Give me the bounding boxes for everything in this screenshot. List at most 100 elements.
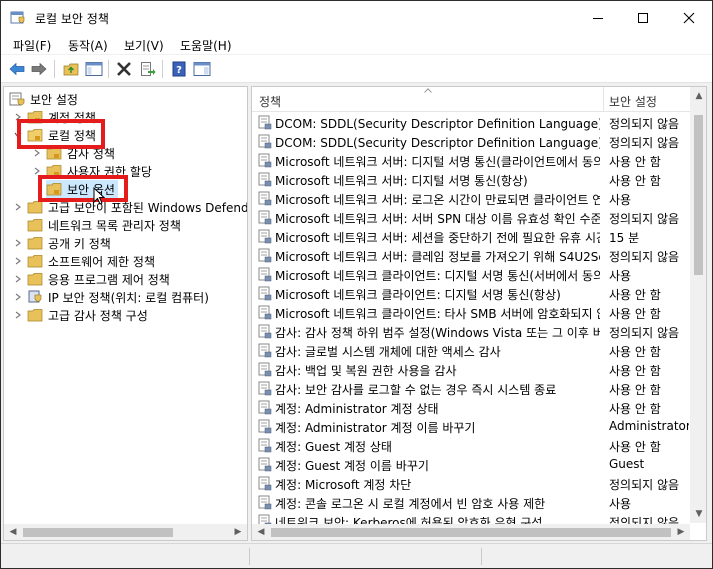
policy-item-icon	[258, 153, 272, 168]
tree-item-network-list[interactable]: 네트워크 목록 관리자 정책	[27, 216, 181, 234]
menu-bar: 파일(F) 동작(A) 보기(V) 도움말(H)	[1, 34, 712, 54]
policy-name: 감사: 보안 감사를 로그할 수 없는 경우 즉시 시스템 종료	[275, 383, 557, 397]
menu-view[interactable]: 보기(V)	[124, 37, 164, 54]
policy-row[interactable]: 계정: Guest 계정 상태 사용 안 함	[252, 436, 690, 455]
column-header-security-setting[interactable]: 보안 설정	[609, 93, 657, 110]
policy-item-icon	[258, 419, 272, 434]
forward-button[interactable]	[29, 60, 49, 78]
policy-setting-value: 정의되지 않음	[609, 478, 680, 492]
back-button[interactable]	[7, 60, 27, 78]
expand-chevron-icon[interactable]	[13, 306, 23, 324]
list-vertical-scroll-thumb[interactable]	[694, 115, 703, 275]
expand-chevron-icon[interactable]	[13, 252, 23, 270]
policy-item-icon	[258, 229, 272, 244]
policy-setting-value: 사용	[609, 193, 632, 207]
policy-row[interactable]: 감사: 감사 정책 하위 범주 설정(Windows Vista 또는 그 이후…	[252, 322, 690, 341]
close-icon	[683, 12, 695, 23]
tree-item-label: 보안 설정	[30, 92, 78, 107]
policy-setting-value: 사용 안 함	[609, 288, 661, 302]
policy-name: 계정: Microsoft 계정 차단	[275, 478, 412, 492]
policy-setting-value: 사용 안 함	[609, 383, 661, 397]
scroll-up-arrow-icon[interactable]: ▲	[694, 91, 704, 101]
policy-name: Microsoft 네트워크 클라이언트: 타사 SMB 서버에 암호화되지 않…	[275, 307, 600, 321]
status-bar-divider	[249, 548, 250, 565]
tree-item-label: 네트워크 목록 관리자 정책	[48, 218, 181, 233]
scroll-down-arrow-icon[interactable]: ▼	[694, 509, 704, 519]
policy-row[interactable]: Microsoft 네트워크 서버: 클레임 정보를 가져오기 위해 S4U2S…	[252, 246, 690, 265]
folder-icon	[27, 237, 43, 250]
expand-chevron-icon[interactable]	[13, 198, 23, 216]
delete-button[interactable]	[114, 60, 134, 78]
policy-row[interactable]: Microsoft 네트워크 클라이언트: 타사 SMB 서버에 암호화되지 않…	[252, 303, 690, 322]
toolbar-separator	[108, 60, 109, 78]
policy-setting-value: 사용 안 함	[609, 364, 661, 378]
policy-row[interactable]: Microsoft 네트워크 서버: 서버 SPN 대상 이름 유효성 확인 수…	[252, 208, 690, 227]
policy-item-icon	[258, 457, 272, 472]
scroll-left-arrow-icon[interactable]: ◀	[256, 527, 266, 537]
policy-setting-value: 정의되지 않음	[609, 136, 680, 150]
policy-item-icon	[258, 362, 272, 377]
close-button[interactable]	[666, 1, 712, 34]
tree-item-root[interactable]: 보안 설정	[9, 90, 78, 108]
policy-item-icon	[258, 324, 272, 339]
folder-icon	[27, 255, 43, 268]
security-policy-icon	[10, 11, 25, 24]
policy-setting-value: 사용 안 함	[609, 402, 661, 416]
tree-item-ip-security[interactable]: IP 보안 정책(위치: 로컬 컴퓨터)	[13, 288, 209, 306]
minimize-button[interactable]	[575, 1, 621, 34]
column-header-policy[interactable]: 정책	[259, 93, 281, 110]
policy-row[interactable]: Microsoft 네트워크 서버: 로그온 시간이 만료되면 클라이언트 연결…	[252, 189, 690, 208]
policy-row[interactable]: 감사: 글로벌 시스템 개체에 대한 액세스 감사 사용 안 함	[252, 341, 690, 360]
help-button[interactable]: ?	[169, 60, 189, 78]
policy-item-icon	[258, 476, 272, 491]
tree-item-app-control[interactable]: 응용 프로그램 제어 정책	[13, 270, 170, 288]
policy-name: Microsoft 네트워크 서버: 디지털 서명 통신(항상)	[275, 174, 528, 188]
tree-item-public-key[interactable]: 공개 키 정책	[13, 234, 111, 252]
tree-item-advanced-audit[interactable]: 고급 감사 정책 구성	[13, 306, 148, 324]
show-hide-console-tree-button[interactable]	[84, 60, 104, 78]
menu-action[interactable]: 동작(A)	[68, 37, 108, 54]
menu-file[interactable]: 파일(F)	[13, 37, 51, 54]
policy-row[interactable]: Microsoft 네트워크 클라이언트: 디지털 서명 통신(항상) 사용 안 …	[252, 284, 690, 303]
policy-setting-value: 정의되지 않음	[609, 250, 680, 264]
policy-row[interactable]: 계정: Administrator 계정 상태 사용 안 함	[252, 398, 690, 417]
expand-chevron-icon[interactable]	[13, 288, 23, 306]
policy-row[interactable]: 감사: 보안 감사를 로그할 수 없는 경우 즉시 시스템 종료 사용 안 함	[252, 379, 690, 398]
policy-row[interactable]: Microsoft 네트워크 서버: 디지털 서명 통신(클라이언트에서 동의한…	[252, 151, 690, 170]
menu-help[interactable]: 도움말(H)	[180, 37, 232, 54]
policy-row[interactable]: Microsoft 네트워크 서버: 디지털 서명 통신(항상) 사용 안 함	[252, 170, 690, 189]
scroll-left-arrow-icon[interactable]: ◀	[8, 527, 18, 537]
policy-row[interactable]: DCOM: SDDL(Security Descriptor Definitio…	[252, 113, 690, 132]
policy-row[interactable]: DCOM: SDDL(Security Descriptor Definitio…	[252, 132, 690, 151]
policy-item-icon	[258, 305, 272, 320]
show-action-pane-button[interactable]	[192, 60, 212, 78]
policy-row[interactable]: 계정: Administrator 계정 이름 바꾸기 Administrator	[252, 417, 690, 436]
tree-horizontal-scroll-thumb[interactable]	[23, 528, 173, 537]
policy-item-icon	[258, 267, 272, 282]
policy-row[interactable]: 계정: 콘솔 로그온 시 로컬 계정에서 빈 암호 사용 제한 사용	[252, 493, 690, 512]
policy-item-icon	[258, 495, 272, 510]
export-list-icon	[141, 62, 156, 76]
column-divider[interactable]	[603, 87, 604, 112]
policy-name: 감사: 백업 및 복원 권한 사용을 감사	[275, 364, 457, 378]
policy-row[interactable]: Microsoft 네트워크 서버: 세션을 중단하기 전에 필요한 유휴 시간…	[252, 227, 690, 246]
policy-name: Microsoft 네트워크 서버: 세션을 중단하기 전에 필요한 유휴 시간	[275, 231, 600, 245]
expand-chevron-icon[interactable]	[13, 270, 23, 288]
list-horizontal-scroll-thumb[interactable]	[271, 528, 671, 537]
local-security-policy-window: 로컬 보안 정책 파일(F) 동작(A) 보기(V) 도움말(H) ? 보안 설…	[0, 0, 713, 569]
policy-row[interactable]: 계정: Guest 계정 이름 바꾸기 Guest	[252, 455, 690, 474]
maximize-button[interactable]	[620, 1, 666, 34]
export-list-button[interactable]	[138, 60, 158, 78]
up-one-level-button[interactable]	[61, 60, 81, 78]
scroll-right-arrow-icon[interactable]: ▶	[676, 527, 686, 537]
status-bar-divider	[481, 548, 482, 565]
policy-name: 계정: Guest 계정 상태	[275, 440, 392, 454]
policy-row[interactable]: Microsoft 네트워크 클라이언트: 디지털 서명 통신(서버에서 동의한…	[252, 265, 690, 284]
policy-setting-value: 사용 안 함	[609, 440, 661, 454]
scroll-right-arrow-icon[interactable]: ▶	[233, 527, 243, 537]
policy-row[interactable]: 감사: 백업 및 복원 권한 사용을 감사 사용 안 함	[252, 360, 690, 379]
expand-chevron-icon[interactable]	[13, 234, 23, 252]
tree-item-software-restriction[interactable]: 소프트웨어 제한 정책	[13, 252, 155, 270]
console-tree-icon	[85, 62, 103, 76]
policy-row[interactable]: 계정: Microsoft 계정 차단 정의되지 않음	[252, 474, 690, 493]
